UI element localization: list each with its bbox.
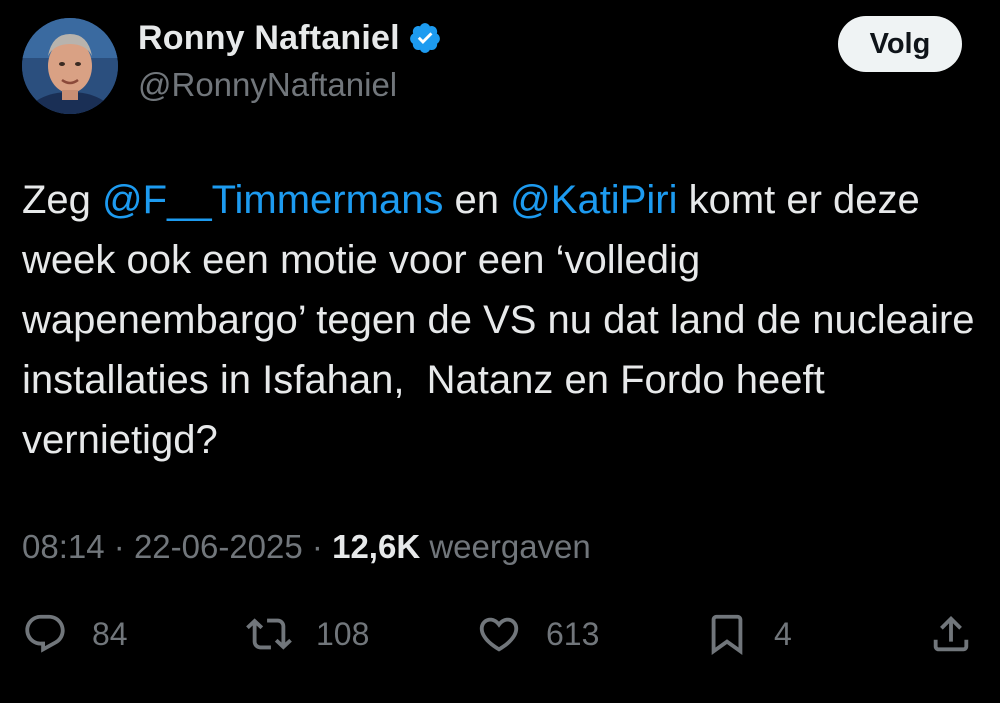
heart-icon [476,611,522,657]
bookmark-icon [704,611,750,657]
mention-link-katipiri[interactable]: @KatiPiri [510,178,677,222]
meta-separator: · [113,528,125,565]
tweet-meta: 08:14 · 22-06-2025 · 12,6K weergaven [22,528,591,566]
follow-button[interactable]: Volg [838,16,962,72]
tweet-text: Zeg @F__Timmermans en @KatiPiri komt er … [22,170,982,470]
repost-button[interactable]: 108 [246,606,369,662]
bookmark-button[interactable]: 4 [704,606,792,662]
tweet-date[interactable]: 22-06-2025 [134,528,303,565]
like-button[interactable]: 613 [476,606,599,662]
display-name[interactable]: Ronny Naftaniel [138,19,400,58]
share-icon [928,611,974,657]
user-handle[interactable]: @RonnyNaftaniel [138,66,397,104]
tweet-time[interactable]: 08:14 [22,528,105,565]
tweet-header: Ronny Naftaniel @RonnyNaftaniel Volg [22,14,962,114]
repost-count: 108 [316,615,370,652]
reply-count: 84 [92,615,128,652]
tweet-text-segment: Zeg [22,178,103,222]
reply-icon [22,611,68,657]
share-button[interactable] [928,606,974,662]
mention-link-timmermans[interactable]: @F__Timmermans [102,178,443,222]
verified-badge-icon[interactable] [408,21,442,55]
repost-icon [246,611,292,657]
action-bar: 84 108 613 4 [22,606,978,666]
views-count: 12,6K [332,528,421,565]
reply-button[interactable]: 84 [22,606,128,662]
meta-separator: · [311,528,323,565]
name-row: Ronny Naftaniel [138,16,442,60]
like-count: 613 [546,615,600,652]
tweet-text-segment: en [443,178,511,222]
bookmark-count: 4 [774,615,792,652]
avatar-portrait [22,18,118,114]
views-label: weergaven [429,528,591,565]
avatar[interactable] [22,18,118,114]
